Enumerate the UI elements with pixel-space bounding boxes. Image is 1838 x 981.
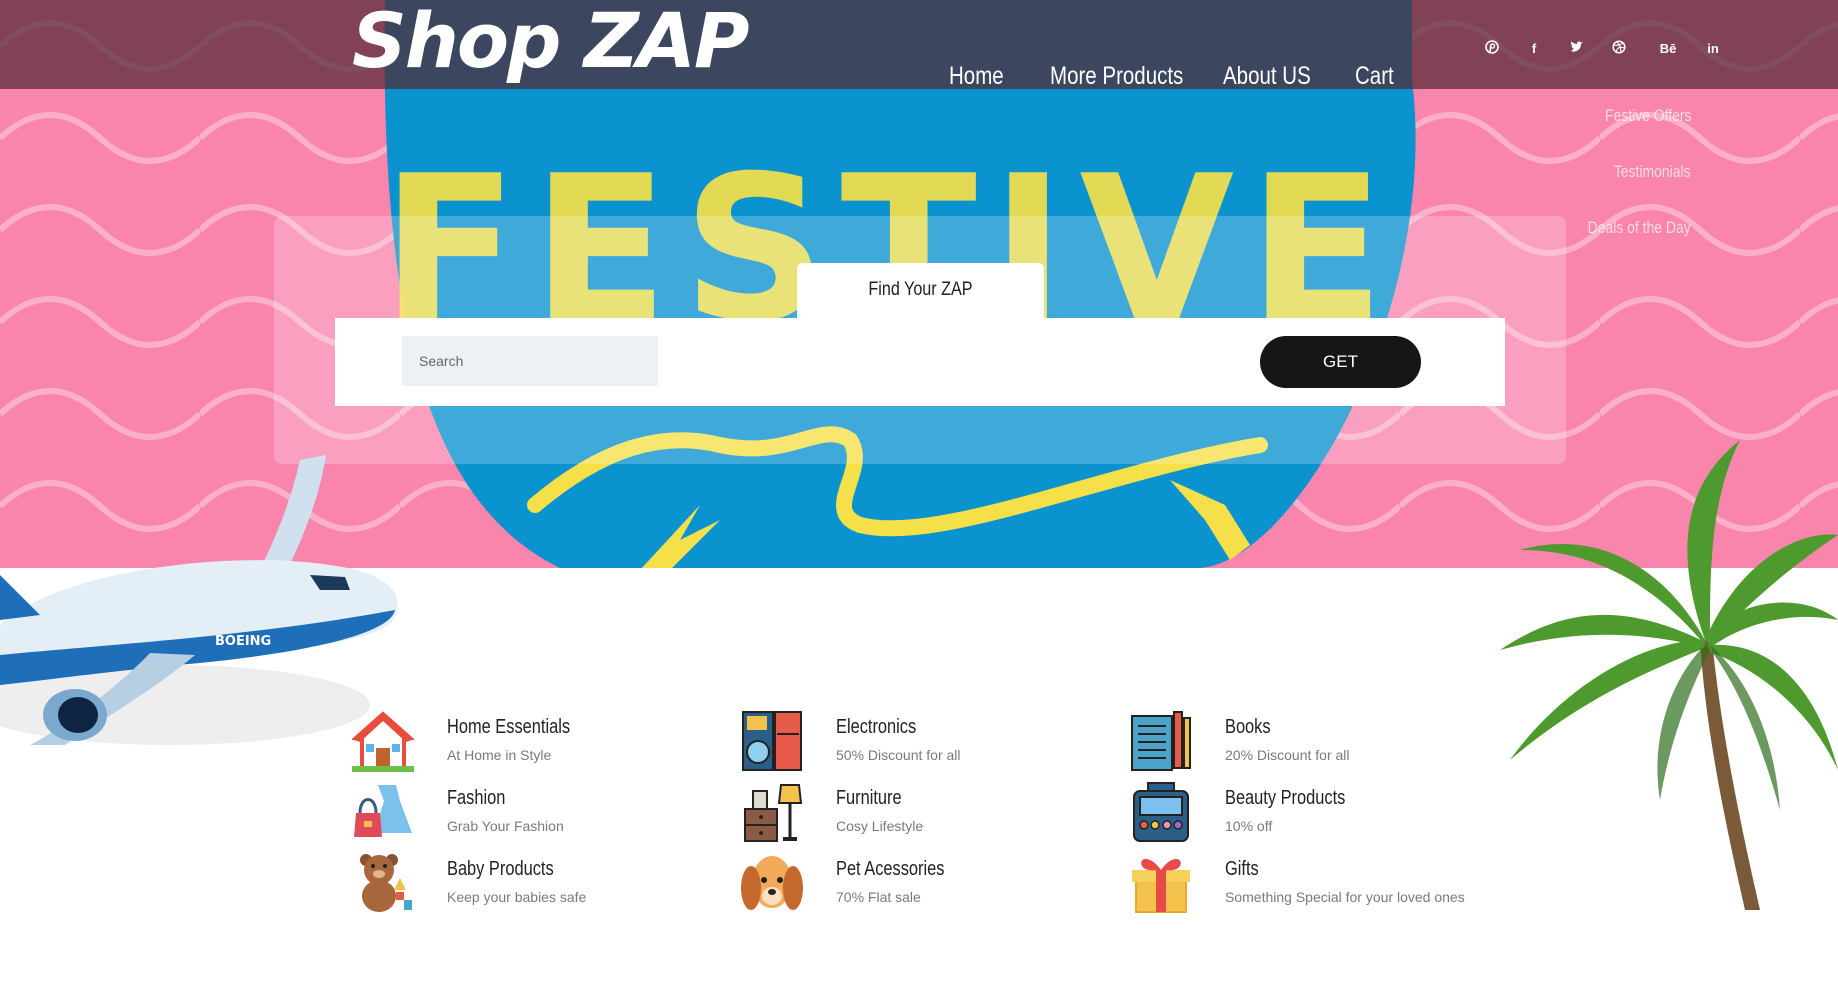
search-bar: GET <box>335 318 1505 406</box>
gift-icon <box>1130 852 1192 914</box>
nav-about-us[interactable]: About US <box>1223 62 1311 91</box>
dress-icon <box>352 781 414 843</box>
category-title[interactable]: Electronics <box>836 716 916 739</box>
linkedin-icon[interactable]: in <box>1704 40 1722 58</box>
category-item[interactable]: Gifts Something Special for your loved on… <box>1130 852 1465 914</box>
makeup-icon <box>1130 781 1192 843</box>
category-subtitle: At Home in Style <box>447 747 552 763</box>
category-subtitle: 70% Flat sale <box>836 889 921 905</box>
facebook-icon[interactable]: f <box>1525 40 1543 58</box>
category-title[interactable]: Pet Acessories <box>836 858 944 881</box>
lamp-icon <box>741 781 803 843</box>
category-subtitle: Keep your babies safe <box>447 889 587 905</box>
category-item[interactable]: Home Essentials At Home in Style <box>350 710 672 772</box>
side-link-festive-offers[interactable]: Festive Offers <box>1604 106 1691 126</box>
appliances-icon <box>741 710 803 772</box>
category-title[interactable]: Books <box>1225 716 1271 739</box>
category-title[interactable]: Baby Products <box>447 858 554 881</box>
nav-more-products[interactable]: More Products <box>1050 62 1183 91</box>
find-your-zap-label: Find Your ZAP <box>868 279 973 300</box>
dog-icon <box>741 852 803 914</box>
category-subtitle: Something Special for your loved ones <box>1225 889 1465 905</box>
pinterest-icon[interactable] <box>1483 40 1501 58</box>
nav-home[interactable]: Home <box>949 62 1004 91</box>
category-item[interactable]: Electronics 50% Discount for all <box>741 710 1061 772</box>
category-subtitle: Cosy Lifestyle <box>836 818 924 834</box>
top-navigation-bar <box>0 0 1838 89</box>
behance-icon[interactable]: Bē <box>1657 40 1679 58</box>
dribbble-icon[interactable] <box>1610 40 1628 58</box>
teddy-bear-icon <box>352 852 414 914</box>
svg-text:BOEING: BOEING <box>215 634 271 649</box>
category-subtitle: 10% off <box>1225 818 1273 834</box>
get-button[interactable]: GET <box>1260 336 1421 388</box>
category-title[interactable]: Fashion <box>447 787 505 810</box>
books-icon <box>1130 710 1192 772</box>
category-title[interactable]: Beauty Products <box>1225 787 1345 810</box>
category-item[interactable]: Baby Products Keep your babies safe <box>352 852 672 914</box>
category-item[interactable]: Fashion Grab Your Fashion <box>352 781 672 843</box>
find-your-zap-tab[interactable]: Find Your ZAP <box>797 263 1044 321</box>
category-title[interactable]: Home Essentials <box>447 716 570 739</box>
twitter-icon[interactable] <box>1568 40 1586 58</box>
category-subtitle: 20% Discount for all <box>1225 747 1350 763</box>
category-item[interactable]: Furniture Cosy Lifestyle <box>741 781 1061 843</box>
palm-tree-image <box>1500 440 1838 910</box>
nav-cart[interactable]: Cart <box>1355 62 1394 91</box>
category-item[interactable]: Beauty Products 10% off <box>1130 781 1450 843</box>
search-input[interactable] <box>402 336 658 386</box>
house-icon <box>350 710 416 772</box>
side-link-deals-of-the-day[interactable]: Deals of the Day <box>1588 218 1691 238</box>
category-title[interactable]: Gifts <box>1225 858 1259 881</box>
logo[interactable]: Shop ZAP <box>352 0 750 85</box>
side-link-testimonials[interactable]: Testimonials <box>1614 162 1691 182</box>
airplane-image: BOEING <box>0 455 398 745</box>
category-subtitle: 50% Discount for all <box>836 747 961 763</box>
category-item[interactable]: Books 20% Discount for all <box>1130 710 1450 772</box>
category-subtitle: Grab Your Fashion <box>447 818 564 834</box>
category-title[interactable]: Furniture <box>836 787 902 810</box>
category-item[interactable]: Pet Acessories 70% Flat sale <box>741 852 1061 914</box>
